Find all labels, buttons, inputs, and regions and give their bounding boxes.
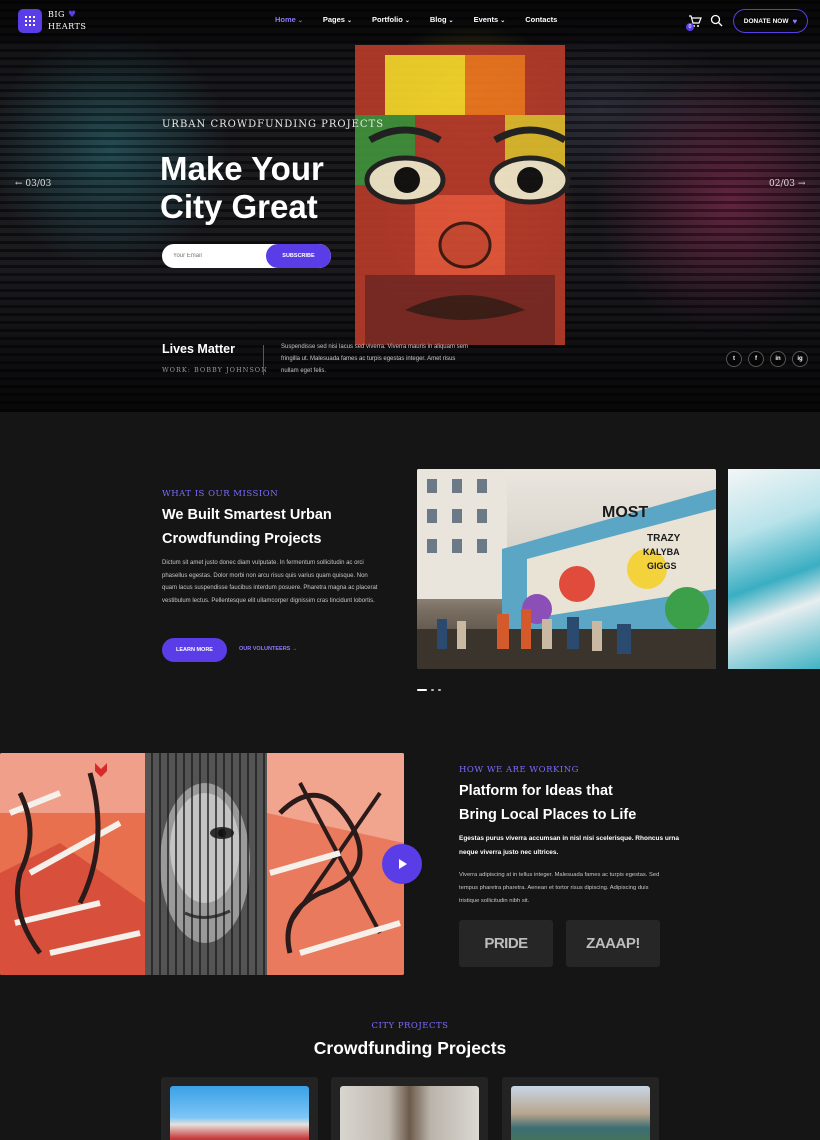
logo[interactable]: BIG ♥ HEARTS [48,9,88,33]
facebook-icon[interactable]: f [748,351,764,367]
mural-word-trazy: TRAZY [647,533,681,544]
gallery-dots [417,689,441,691]
play-icon [399,859,407,869]
logo-line1: BIG [48,10,65,19]
project-card[interactable] [502,1077,659,1140]
heart-icon: ♥ [67,10,77,20]
caption-text: Suspendisse sed nisi lacus sed viverra. … [281,344,468,374]
search-icon[interactable] [710,14,723,27]
instagram-icon[interactable]: ig [792,351,808,367]
donate-now-button[interactable]: DONATE NOW ♥ [733,9,808,33]
platform-text: Viverra adipiscing at in tellus integer.… [459,872,660,904]
gallery-dot[interactable] [431,689,434,691]
donate-label: DONATE NOW [743,17,789,25]
chevron-down-icon: ⌄ [297,18,303,24]
chevron-down-icon: ⌄ [404,18,410,24]
learn-more-button[interactable]: LEARN MORE [162,638,227,662]
project-image[interactable] [170,1086,309,1140]
mission-title: We Built Smartest Urban Crowdfunding Pro… [162,507,332,547]
our-volunteers-link[interactable]: OUR VOLUNTEERS → [239,646,297,652]
street-mural-image: MOST TRAZY KALYBA GIGGS [417,469,716,669]
subscribe-button[interactable]: SUBSCRIBE [266,244,331,268]
menu-item-contacts[interactable]: Contacts [525,15,557,24]
chevron-down-icon: ⌄ [346,18,353,24]
project-card[interactable] [161,1077,318,1140]
email-input[interactable] [162,244,272,268]
caption-divider [263,345,264,375]
arrow-right-icon: → [797,179,806,189]
mural-word-most: MOST [602,504,648,521]
gallery-dot[interactable] [438,689,441,691]
platform-video-thumbnail[interactable] [0,753,404,975]
play-video-button[interactable] [382,844,422,884]
mural-word-giggs: GIGGS [647,561,677,571]
partner-logo-zaaap[interactable]: ZAAAP! [566,920,660,967]
menu-item-pages[interactable]: Pages ⌄ [323,15,352,24]
chevron-down-icon: ⌄ [448,18,454,24]
caption-title: Lives Matter [162,342,235,356]
social-links: t f in ig [726,351,808,367]
mission-text: Dictum sit amet justo donec diam vulputa… [162,560,378,604]
projects-title: Crowdfunding Projects [313,1038,507,1058]
platform-title: Platform for Ideas that Bring Local Plac… [459,783,637,823]
logo-line2: HEARTS [48,22,87,31]
graffiti-image [0,753,404,975]
main-menu: Home ⌄ Pages ⌄ Portfolio ⌄ Blog ⌄ Events ⌄ Co… [275,15,577,24]
prev-slide-button[interactable]: ← 03/03 [15,179,51,189]
project-image[interactable] [340,1086,479,1140]
mission-gallery-next-image[interactable] [728,469,820,669]
hero-slider: BIG ♥ HEARTS Home ⌄ Pages ⌄ Portfolio ⌄ Blo… [0,0,820,412]
caption-author: WORK: BOBBY JOHNSON [162,366,268,374]
linkedin-icon[interactable]: in [770,351,786,367]
hero-title: Make Your City Great [160,150,324,225]
platform-lead: Egestas purus viverra accumsan in nisl n… [459,835,680,856]
hero-content: URBAN CROWDFUNDING PROJECTS Make Your Ci… [0,0,820,412]
arrow-left-icon: ← [15,179,23,189]
cart-count-badge: 0 [686,23,694,31]
twitter-icon[interactable]: t [726,351,742,367]
subscribe-form: SUBSCRIBE [162,244,331,268]
menu-grid-icon[interactable] [18,9,42,33]
menu-item-blog[interactable]: Blog ⌄ [430,15,454,24]
next-slide-button[interactable]: 02/03 → [769,179,805,189]
platform-eyebrow: HOW WE ARE WORKING [459,765,579,775]
page: BIG ♥ HEARTS Home ⌄ Pages ⌄ Portfolio ⌄ Blo… [0,0,820,1140]
menu-item-portfolio[interactable]: Portfolio ⌄ [372,15,410,24]
top-nav: BIG ♥ HEARTS Home ⌄ Pages ⌄ Portfolio ⌄ Blo… [0,0,820,42]
arrow-right-icon: → [291,646,298,652]
partner-logo-pride[interactable]: PRIDE [459,920,553,967]
heart-icon: ♥ [792,16,798,26]
hero-eyebrow: URBAN CROWDFUNDING PROJECTS [162,119,385,130]
chevron-down-icon: ⌄ [500,18,506,24]
gallery-dot-active[interactable] [417,689,427,691]
project-card[interactable] [331,1077,488,1140]
mission-gallery-image[interactable]: MOST TRAZY KALYBA GIGGS [417,469,716,669]
mural-word-kalyba: KALYBA [643,547,680,557]
menu-item-home[interactable]: Home ⌄ [275,15,303,24]
project-image[interactable] [511,1086,650,1140]
projects-eyebrow: CITY PROJECTS [371,1021,449,1031]
menu-item-events[interactable]: Events ⌄ [474,15,506,24]
mission-eyebrow: WHAT IS OUR MISSION [162,489,279,499]
